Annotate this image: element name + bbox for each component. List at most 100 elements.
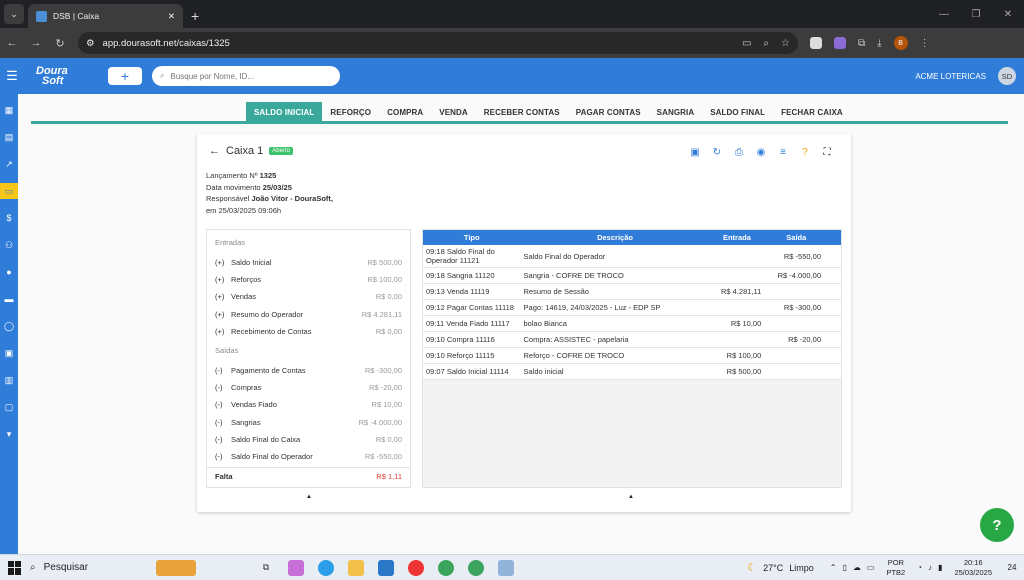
map-icon[interactable]: ▥ bbox=[0, 372, 18, 388]
tab-receber-contas[interactable]: RECEBER CONTAS bbox=[476, 102, 568, 122]
add-button[interactable]: + bbox=[108, 67, 142, 85]
minimize-icon[interactable]: — bbox=[928, 0, 960, 28]
search-input[interactable] bbox=[170, 71, 321, 81]
table-row[interactable]: 09:07 Saldo Inicial 11114 Saldo inicial R$… bbox=[423, 364, 841, 380]
opera-icon[interactable] bbox=[408, 559, 424, 576]
table-row[interactable]: 09:11 Venda Fiado 11117 bolao Bianca R$ 10… bbox=[423, 316, 841, 332]
reports-icon[interactable]: ▤ bbox=[0, 129, 18, 145]
language-indicator[interactable]: POR PTB2 bbox=[886, 558, 905, 578]
search-box[interactable]: ⌕ bbox=[152, 66, 340, 86]
extension-s-icon[interactable] bbox=[810, 37, 822, 49]
chrome-profile-icon[interactable] bbox=[468, 559, 484, 576]
wallet-icon[interactable]: ▢ bbox=[0, 399, 18, 415]
money-icon[interactable]: $ bbox=[0, 210, 18, 226]
collapse-summary-icon[interactable]: ▲ bbox=[306, 494, 312, 500]
user-icon[interactable]: ● bbox=[0, 264, 18, 280]
help-icon[interactable]: ? bbox=[799, 146, 811, 158]
chart-icon[interactable]: ↗ bbox=[0, 156, 18, 172]
new-tab-icon[interactable]: + bbox=[191, 8, 199, 24]
browser-menu-icon[interactable]: ⋮ bbox=[920, 38, 930, 49]
dourasoft-logo[interactable]: Doura Soft bbox=[36, 66, 94, 87]
calendar-icon[interactable]: ▣ bbox=[0, 345, 18, 361]
print-icon[interactable]: ⎙ bbox=[733, 146, 745, 158]
table-row[interactable]: 09:10 Reforço 11115 Reforço - COFRE DE TR… bbox=[423, 348, 841, 364]
battery-icon[interactable]: ▮ bbox=[938, 563, 942, 572]
close-window-icon[interactable]: ✕ bbox=[992, 0, 1024, 28]
add-user-icon[interactable]: ⚇ bbox=[0, 237, 18, 253]
file-explorer-icon[interactable] bbox=[348, 559, 364, 576]
wallet-tool-icon[interactable]: ▣ bbox=[689, 146, 701, 158]
fullscreen-icon[interactable]: ⛶ bbox=[821, 146, 833, 158]
extension-purple-icon[interactable] bbox=[834, 37, 846, 49]
archive-icon[interactable]: ▬ bbox=[0, 291, 18, 307]
whatsapp-icon[interactable]: ◯ bbox=[0, 318, 18, 334]
tray-monitor-icon[interactable]: ▭ bbox=[867, 563, 875, 572]
url-field[interactable]: ⚙ app.dourasoft.net/caixas/1325 ▭ ⌕ ☆ bbox=[78, 32, 798, 54]
summary-label: Saldo Final do Operador bbox=[231, 451, 313, 461]
tab-saldo-inicial[interactable]: SALDO INICIAL bbox=[246, 102, 323, 122]
tab-venda[interactable]: VENDA bbox=[431, 102, 476, 122]
tab-sangria[interactable]: SANGRIA bbox=[649, 102, 703, 122]
profile-avatar[interactable]: B bbox=[893, 36, 908, 50]
clock[interactable]: 20:16 25/03/2025 bbox=[954, 558, 992, 578]
bookmark-star-icon[interactable]: ☆ bbox=[781, 38, 790, 49]
browser-tab[interactable]: DSB | Caixa ✕ bbox=[28, 4, 183, 28]
edge-icon[interactable] bbox=[318, 559, 334, 576]
taskbar-search[interactable]: ⌕ Pesquisar bbox=[30, 559, 230, 576]
list-icon[interactable]: ≡ bbox=[777, 146, 789, 158]
close-tab-icon[interactable]: ✕ bbox=[168, 11, 175, 22]
restore-icon[interactable]: ❐ bbox=[960, 0, 992, 28]
hamburger-menu-icon[interactable]: ☰ bbox=[0, 68, 24, 84]
app-icon[interactable] bbox=[498, 559, 514, 576]
tab-compra[interactable]: COMPRA bbox=[379, 102, 431, 122]
tab-fechar-caixa[interactable]: FECHAR CAIXA bbox=[773, 102, 851, 122]
search-highlight-image bbox=[156, 559, 197, 576]
tab-pagar-contas[interactable]: PAGAR CONTAS bbox=[568, 102, 649, 122]
extensions-puzzle-icon[interactable]: ⧉ bbox=[858, 38, 865, 49]
zoom-icon[interactable]: ⌕ bbox=[763, 38, 769, 49]
cashier-icon[interactable]: ▭ bbox=[0, 183, 18, 199]
wifi-icon[interactable]: ◔ bbox=[917, 563, 922, 572]
table-row[interactable]: 09:12 Pagar Contas 11118 Pago: 14619, 24/… bbox=[423, 300, 841, 316]
tray-app-icon[interactable]: ▯ bbox=[842, 563, 846, 572]
help-fab-button[interactable]: ? bbox=[980, 508, 1014, 542]
copilot-icon[interactable] bbox=[288, 559, 304, 576]
task-view-icon[interactable]: ⧉ bbox=[258, 560, 274, 576]
responsavel-label: Responsável bbox=[206, 194, 250, 203]
back-arrow-icon[interactable]: ← bbox=[209, 145, 220, 157]
tray-expand-icon[interactable]: ⌃ bbox=[830, 563, 837, 572]
table-row[interactable]: 09:18 Saldo Final do Operador 11121 Saldo… bbox=[423, 245, 841, 268]
camera-icon[interactable]: ◉ bbox=[755, 146, 767, 158]
header-tipo[interactable]: Tipo bbox=[423, 233, 521, 242]
install-app-icon[interactable]: ▭ bbox=[742, 38, 751, 49]
user-avatar[interactable]: SD bbox=[998, 67, 1016, 85]
tray-cloud-icon[interactable]: ☁ bbox=[853, 563, 861, 572]
refresh-icon[interactable]: ↻ bbox=[711, 146, 723, 158]
collapse-table-icon[interactable]: ▲ bbox=[628, 494, 634, 500]
header-entrada[interactable]: Entrada bbox=[710, 233, 765, 242]
expand-more-icon[interactable]: ▾ bbox=[0, 426, 18, 442]
download-icon[interactable]: ⤓ bbox=[877, 38, 881, 49]
forward-icon[interactable]: → bbox=[24, 37, 48, 49]
chrome-icon[interactable] bbox=[438, 559, 454, 576]
table-row[interactable]: 09:13 Venda 11119 Resumo de Sessão R$ 4.28… bbox=[423, 284, 841, 300]
tab-saldo-final[interactable]: SALDO FINAL bbox=[702, 102, 773, 122]
table-row[interactable]: 09:18 Sangria 11120 Sangria - COFRE DE TR… bbox=[423, 268, 841, 284]
mail-icon[interactable] bbox=[378, 559, 394, 576]
tab-list-icon[interactable]: ⌄ bbox=[4, 4, 24, 24]
organization-name[interactable]: ACME LOTERICAS bbox=[915, 72, 986, 81]
back-icon[interactable]: ← bbox=[0, 37, 24, 49]
windows-start-icon[interactable] bbox=[8, 560, 22, 575]
header-descricao[interactable]: Descrição bbox=[521, 233, 710, 242]
table-row[interactable]: 09:10 Compra 11116 Compra: ASSISTEC - pap… bbox=[423, 332, 841, 348]
header-saida[interactable]: Saída bbox=[764, 233, 841, 242]
dashboard-icon[interactable]: ▦ bbox=[0, 102, 18, 118]
page-content: SALDO INICIAL REFORÇO COMPRA VENDA RECEB… bbox=[18, 94, 1024, 554]
volume-icon[interactable]: ♪ bbox=[928, 563, 932, 572]
site-info-icon[interactable]: ⚙ bbox=[86, 38, 95, 49]
summary-sign: (+) bbox=[215, 275, 225, 285]
weather-widget[interactable]: ☾ 27°C Limpo bbox=[747, 561, 814, 574]
reload-icon[interactable]: ↻ bbox=[48, 37, 72, 50]
tab-reforco[interactable]: REFORÇO bbox=[322, 102, 379, 122]
notification-icon[interactable]: 24 bbox=[1004, 560, 1020, 576]
